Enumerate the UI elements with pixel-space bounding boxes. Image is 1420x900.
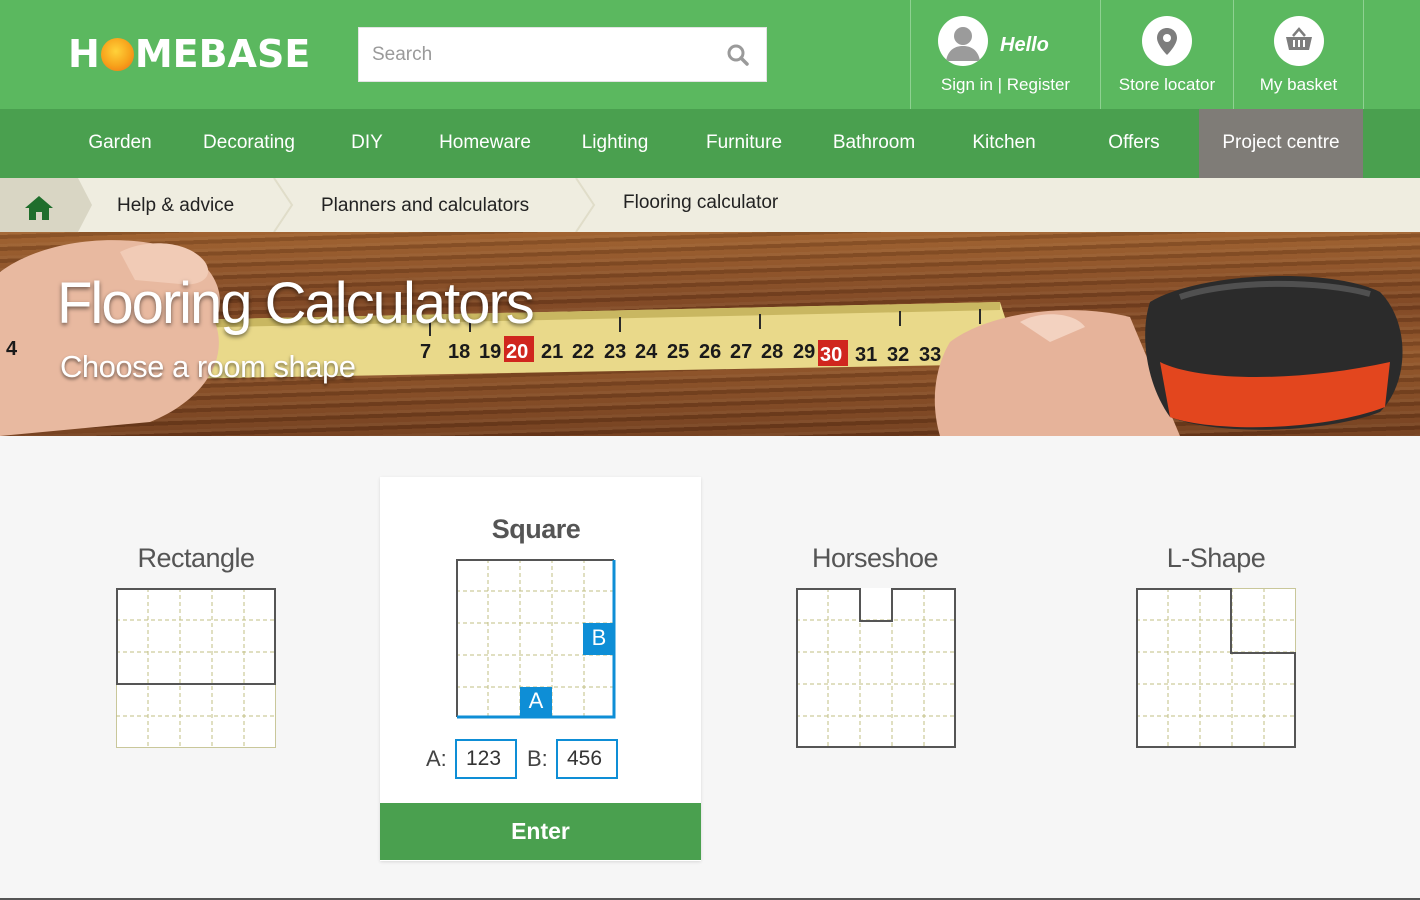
svg-text:33: 33 <box>919 344 941 366</box>
breadcrumb: Help & advice Planners and calculators F… <box>0 178 1420 232</box>
hero-banner: 4 7 18 19 20 21 22 23 24 25 26 27 28 29 30 31 32 33… <box>0 232 1420 436</box>
svg-text:28: 28 <box>761 341 783 363</box>
search-icon[interactable] <box>726 43 750 67</box>
marker-a: A <box>528 688 544 713</box>
svg-text:32: 32 <box>887 344 909 366</box>
svg-text:18: 18 <box>448 341 470 363</box>
svg-text:20: 20 <box>506 341 528 363</box>
nav-item-offers[interactable]: Offers <box>1094 109 1174 178</box>
nav-item-garden[interactable]: Garden <box>74 109 166 178</box>
site-header: H MEBASE Hello Sign in | Register Store l… <box>0 0 1420 109</box>
nav-item-kitchen[interactable]: Kitchen <box>958 109 1050 178</box>
search-input[interactable] <box>359 28 699 81</box>
hero-subtitle: Choose a room shape <box>60 349 356 384</box>
store-locator-link[interactable]: Store locator <box>1101 75 1233 95</box>
breadcrumb-separator <box>78 178 92 232</box>
lshape-shape-option[interactable] <box>1136 588 1296 748</box>
svg-text:27: 27 <box>730 341 752 363</box>
dimension-a-label: A: <box>426 746 447 771</box>
svg-text:25: 25 <box>667 341 689 363</box>
home-icon <box>25 196 53 220</box>
sun-icon <box>100 37 134 71</box>
location-pin-icon <box>1142 16 1192 66</box>
nav-item-lighting[interactable]: Lighting <box>568 109 662 178</box>
nav-item-furniture[interactable]: Furniture <box>694 109 794 178</box>
basket-icon <box>1274 16 1324 66</box>
dimension-b-input[interactable] <box>556 739 618 779</box>
my-basket-link[interactable]: My basket <box>1234 75 1363 95</box>
breadcrumb-separator <box>575 178 596 232</box>
hello-text: Hello <box>1000 34 1049 56</box>
logo-text-left: H <box>68 32 100 76</box>
nav-item-decorating[interactable]: Decorating <box>190 109 308 178</box>
svg-text:26: 26 <box>699 341 721 363</box>
horseshoe-shape-option[interactable] <box>796 588 956 748</box>
main-nav: Garden Decorating DIY Homeware Lighting … <box>0 109 1420 178</box>
marker-b: B <box>591 625 607 650</box>
square-title: Square <box>491 514 581 544</box>
rectangle-shape-option[interactable] <box>116 588 276 748</box>
lshape-title[interactable]: L-Shape <box>1136 543 1296 574</box>
hero-title: Flooring Calculators <box>57 271 535 336</box>
nav-item-homeware[interactable]: Homeware <box>424 109 546 178</box>
svg-text:24: 24 <box>635 341 658 363</box>
breadcrumb-help-advice[interactable]: Help & advice <box>117 195 234 217</box>
nav-item-diy[interactable]: DIY <box>338 109 396 178</box>
svg-text:4: 4 <box>6 338 18 360</box>
user-avatar-icon <box>938 16 988 66</box>
signin-register-link[interactable]: Sign in | Register <box>911 75 1100 95</box>
breadcrumb-current: Flooring calculator <box>623 192 779 213</box>
svg-text:19: 19 <box>479 341 501 363</box>
basket-block[interactable]: My basket <box>1233 0 1364 109</box>
svg-text:22: 22 <box>572 341 594 363</box>
horseshoe-title[interactable]: Horseshoe <box>795 543 955 574</box>
svg-text:21: 21 <box>541 341 563 363</box>
account-block[interactable]: Hello Sign in | Register <box>910 0 1100 109</box>
logo-text-right: MEBASE <box>134 32 311 76</box>
search-bar <box>358 27 767 82</box>
dimension-b-label: B: <box>527 746 548 771</box>
svg-text:23: 23 <box>604 341 626 363</box>
svg-text:29: 29 <box>793 341 815 363</box>
breadcrumb-home[interactable] <box>0 178 78 232</box>
store-locator-block[interactable]: Store locator <box>1100 0 1233 109</box>
breadcrumb-planners[interactable]: Planners and calculators <box>321 195 529 217</box>
homebase-logo[interactable]: H MEBASE <box>68 32 310 76</box>
svg-text:7: 7 <box>420 341 431 363</box>
enter-button[interactable]: Enter <box>380 803 701 860</box>
breadcrumb-separator <box>273 178 294 232</box>
dimension-a-input[interactable] <box>455 739 517 779</box>
nav-item-bathroom[interactable]: Bathroom <box>820 109 928 178</box>
svg-text:30: 30 <box>820 344 842 366</box>
rectangle-title[interactable]: Rectangle <box>116 543 276 574</box>
nav-item-project-centre[interactable]: Project centre <box>1199 109 1363 178</box>
svg-text:31: 31 <box>855 344 877 366</box>
